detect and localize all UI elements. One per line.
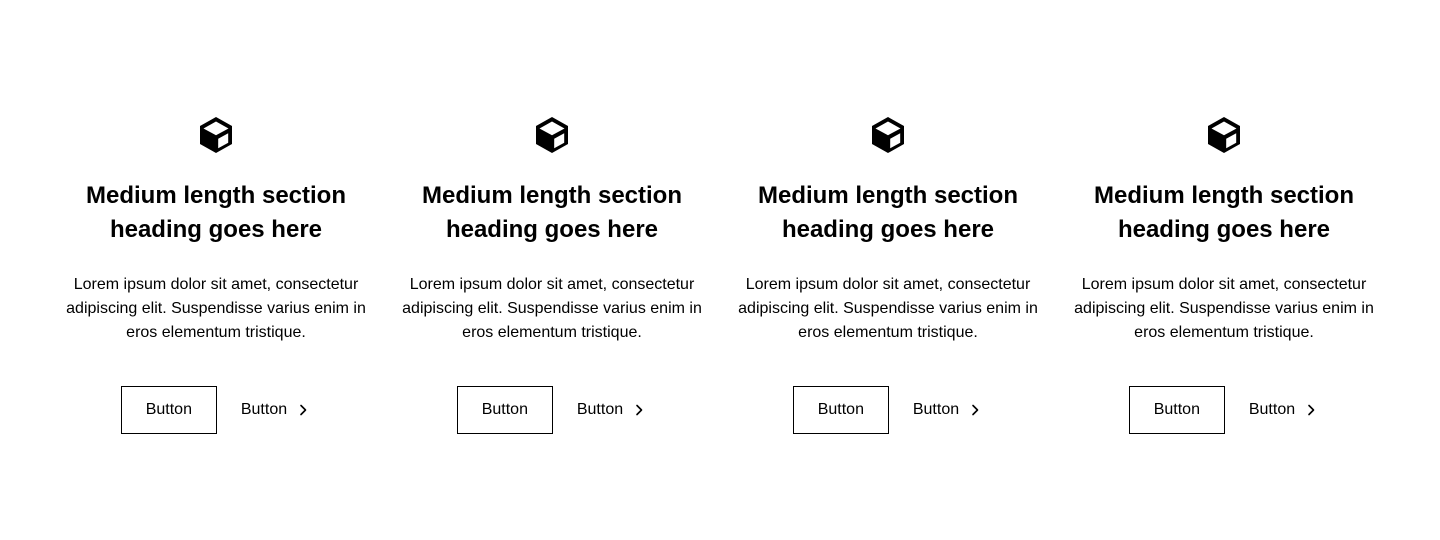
chevron-right-icon	[972, 404, 979, 416]
feature-card: Medium length section heading goes here …	[736, 113, 1040, 434]
cube-icon	[200, 117, 232, 153]
feature-actions: Button Button	[1128, 386, 1319, 434]
feature-card: Medium length section heading goes here …	[64, 113, 368, 434]
chevron-right-icon	[636, 404, 643, 416]
cube-icon	[1208, 117, 1240, 153]
heading-line-1: Medium length section	[85, 182, 346, 209]
heading-line-2: heading goes here	[781, 216, 995, 243]
link-button-label: Button	[912, 401, 960, 418]
feature-heading: Medium length section heading goes here	[758, 179, 1018, 247]
heading-line-1: Medium length section	[757, 182, 1018, 209]
feature-heading: Medium length section heading goes here	[86, 179, 346, 247]
cube-icon	[536, 117, 568, 153]
primary-button[interactable]: Button	[1128, 386, 1225, 434]
feature-actions: Button Button	[792, 386, 983, 434]
feature-card: Medium length section heading goes here …	[1072, 113, 1376, 434]
link-button[interactable]: Button	[913, 386, 983, 434]
heading-line-2: heading goes here	[1117, 216, 1331, 243]
feature-heading: Medium length section heading goes here	[422, 179, 682, 247]
link-button-label: Button	[576, 401, 624, 418]
primary-button[interactable]: Button	[120, 386, 217, 434]
link-button-label: Button	[1248, 401, 1296, 418]
link-button[interactable]: Button	[1249, 386, 1319, 434]
primary-button[interactable]: Button	[456, 386, 553, 434]
chevron-right-icon	[1308, 404, 1315, 416]
feature-actions: Button Button	[120, 386, 311, 434]
feature-description: Lorem ipsum dolor sit amet, consectetur …	[402, 276, 702, 341]
feature-description: Lorem ipsum dolor sit amet, consectetur …	[738, 276, 1038, 341]
heading-line-2: heading goes here	[109, 216, 323, 243]
heading-line-1: Medium length section	[421, 182, 682, 209]
feature-actions: Button Button	[456, 386, 647, 434]
feature-description: Lorem ipsum dolor sit amet, consectetur …	[1074, 276, 1374, 341]
features-section: Medium length section heading goes here …	[0, 0, 1440, 540]
feature-description: Lorem ipsum dolor sit amet, consectetur …	[66, 276, 366, 341]
link-button[interactable]: Button	[577, 386, 647, 434]
link-button-label: Button	[240, 401, 288, 418]
link-button[interactable]: Button	[241, 386, 311, 434]
heading-line-2: heading goes here	[445, 216, 659, 243]
primary-button[interactable]: Button	[792, 386, 889, 434]
feature-heading: Medium length section heading goes here	[1094, 179, 1354, 247]
chevron-right-icon	[300, 404, 307, 416]
cube-icon	[872, 117, 904, 153]
feature-card: Medium length section heading goes here …	[400, 113, 704, 434]
heading-line-1: Medium length section	[1093, 182, 1354, 209]
